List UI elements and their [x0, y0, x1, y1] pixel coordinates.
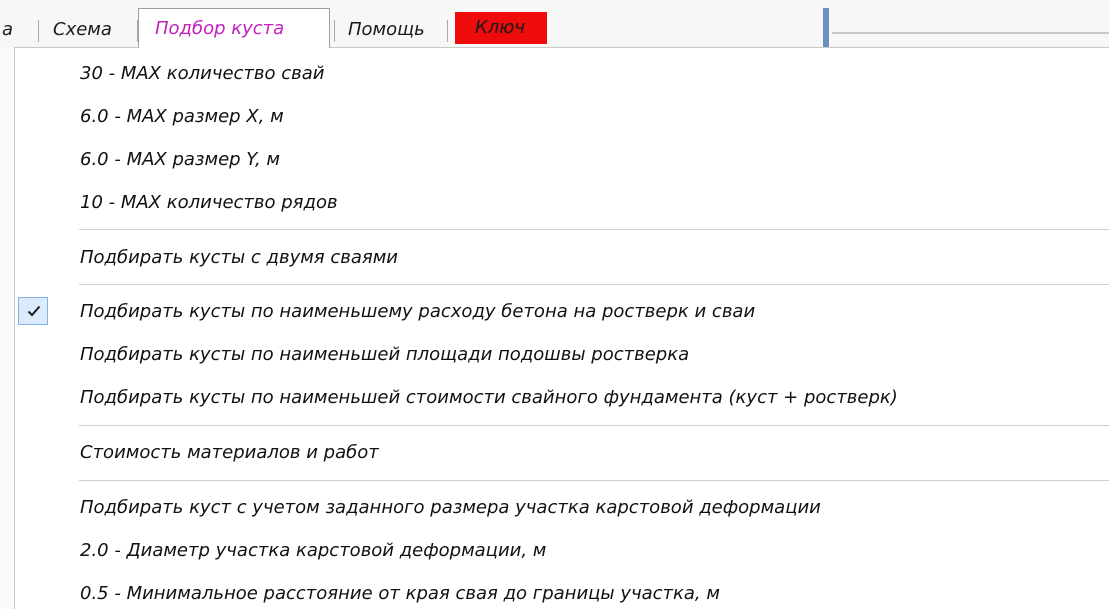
menu-option-material-costs[interactable]: Стоимость материалов и работ [15, 431, 1109, 475]
menu-option-label: 10 - MAX количество рядов [80, 192, 338, 213]
menu-option-two-pile-clusters[interactable]: Подбирать кусты с двумя сваями [15, 236, 1109, 280]
menu-option-max-piles[interactable]: 30 - MAX количество свай [15, 52, 1109, 96]
menu-divider [79, 425, 1109, 426]
menu-option-min-edge-distance[interactable]: 0.5 - Минимальное расстояние от края сва… [15, 572, 1109, 609]
menu-option-label: Подбирать кусты по наименьшей стоимости … [80, 387, 898, 408]
menu-option-max-size-y[interactable]: 6.0 - MAX размер Y, м [15, 138, 1109, 182]
toolbar-divider [832, 32, 1109, 34]
menu-option-label: Подбирать кусты с двумя сваями [80, 247, 398, 268]
menu-option-label: 6.0 - MAX размер X, м [80, 106, 284, 127]
menu-option-karst-diameter[interactable]: 2.0 - Диаметр участка карстовой деформац… [15, 529, 1109, 573]
app-window: а Схема Подбор куста Помощь Ключ 30 - MA… [0, 0, 1109, 609]
menu-separator [334, 20, 335, 42]
menu-option-label: 30 - MAX количество свай [80, 63, 325, 84]
menu-item-key[interactable]: Ключ [455, 12, 547, 44]
menu-bar: а Схема Подбор куста Помощь Ключ [0, 0, 1109, 48]
menu-divider [79, 284, 1109, 285]
window-left-area [0, 47, 14, 609]
menu-option-label: 2.0 - Диаметр участка карстовой деформац… [80, 540, 547, 561]
menu-option-min-concrete[interactable]: Подбирать кусты по наименьшему расходу б… [15, 290, 1109, 334]
menu-option-label: Стоимость материалов и работ [80, 442, 379, 463]
menu-option-karst-deformation[interactable]: Подбирать куст с учетом заданного размер… [15, 486, 1109, 530]
menu-option-label: 6.0 - MAX размер Y, м [80, 149, 280, 170]
menu-option-label: Подбирать кусты по наименьшему расходу б… [80, 301, 756, 322]
menu-separator [38, 20, 39, 42]
check-icon [18, 297, 48, 325]
menu-item-partial[interactable]: а [0, 14, 16, 46]
menu-separator [447, 20, 448, 42]
menu-item-help[interactable]: Помощь [345, 14, 445, 46]
menu-divider [79, 229, 1109, 230]
menu-item-pile-cluster-selection[interactable]: Подбор куста [138, 8, 330, 48]
menu-option-label: Подбирать куст с учетом заданного размер… [80, 497, 821, 518]
menu-option-label: Подбирать кусты по наименьшей площади по… [80, 344, 690, 365]
menu-item-schema[interactable]: Схема [50, 14, 138, 46]
pile-cluster-dropdown-menu: 30 - MAX количество свай 6.0 - MAX разме… [14, 47, 1109, 609]
menu-option-label: 0.5 - Минимальное расстояние от края сва… [80, 583, 720, 604]
menu-option-max-size-x[interactable]: 6.0 - MAX размер X, м [15, 95, 1109, 139]
menu-option-min-footing-area[interactable]: Подбирать кусты по наименьшей площади по… [15, 333, 1109, 377]
menu-divider [79, 480, 1109, 481]
menu-option-max-rows[interactable]: 10 - MAX количество рядов [15, 181, 1109, 225]
menu-option-min-cost[interactable]: Подбирать кусты по наименьшей стоимости … [15, 376, 1109, 420]
toolbar-grip[interactable] [823, 8, 829, 48]
